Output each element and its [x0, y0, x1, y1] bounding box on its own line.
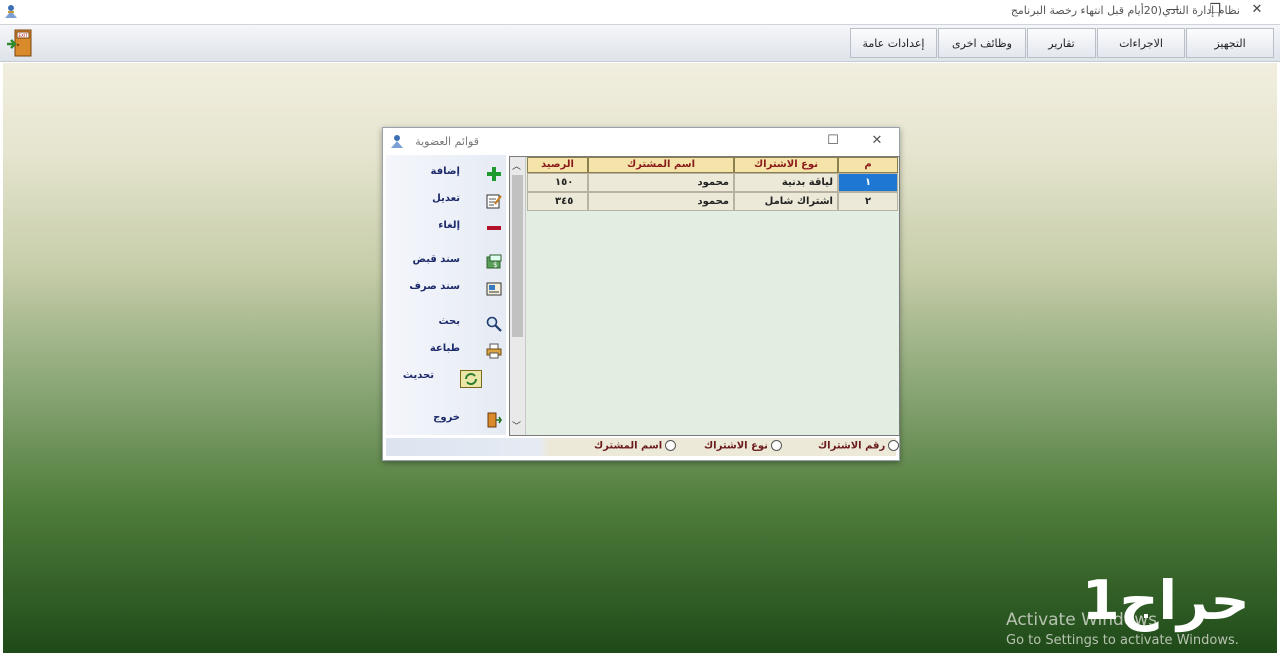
payment-voucher-label: سند صرف — [409, 281, 460, 292]
dialog-logo-icon — [391, 135, 403, 148]
add-label: إضافة — [430, 166, 460, 177]
row1-number[interactable]: ١ — [838, 173, 898, 192]
refresh-button[interactable]: تحديث — [386, 367, 506, 389]
radio-member-name-label: اسم المشترك — [594, 440, 663, 452]
print-label: طباعة — [429, 343, 460, 354]
menu-general-settings[interactable]: إعدادات عامة — [850, 28, 937, 58]
dialog-title: قوائم العضوية — [415, 135, 479, 148]
row2-name[interactable]: محمود — [588, 192, 734, 211]
edit-label: تعديل — [432, 193, 460, 204]
dialog-maximize-button[interactable]: ☐ — [813, 131, 853, 151]
app-titlebar: نظام إدارة النادي(20أيام قبل انتهاء رخصة… — [0, 0, 1280, 23]
radio-subscription-number[interactable]: رقم الاشتراك — [818, 440, 900, 452]
actions-panel: إضافة تعديل إلغاء سند قبض $ سند صرف بحث … — [386, 155, 506, 435]
radio-circle-icon — [770, 440, 782, 451]
close-button[interactable]: ✕ — [1236, 0, 1278, 22]
search-by-radio-group: رقم الاشتراك نوع الاشتراك اسم المشترك — [386, 438, 900, 456]
row2-balance[interactable]: ٣٤٥ — [527, 192, 588, 211]
menu-other-functions[interactable]: وظائف اخرى — [938, 28, 1026, 58]
edit-icon — [486, 194, 502, 209]
exit-label: خروج — [433, 412, 460, 423]
scroll-up-arrow-icon[interactable]: ︿ — [512, 159, 521, 172]
row1-name[interactable]: محمود — [588, 173, 734, 192]
plus-icon — [487, 167, 501, 181]
minimize-button[interactable]: — — [1152, 0, 1194, 22]
exit-button[interactable]: خروج — [386, 409, 506, 431]
header-number[interactable]: م — [838, 157, 898, 173]
row2-type[interactable]: اشتراك شامل — [734, 192, 838, 211]
header-member-name[interactable]: اسم المشترك — [588, 157, 734, 173]
header-balance[interactable]: الرصيد — [527, 157, 588, 173]
exit-door-icon — [487, 412, 502, 428]
refresh-icon — [460, 370, 482, 388]
row1-type[interactable]: لياقة بدنية — [734, 173, 838, 192]
table-vertical-scrollbar[interactable]: ︿ ﹀ — [510, 157, 526, 435]
restore-button[interactable]: ❐ — [1194, 0, 1236, 22]
payment-voucher-button[interactable]: سند صرف — [386, 278, 506, 300]
print-button[interactable]: طباعة — [386, 340, 506, 362]
row2-number[interactable]: ٢ — [838, 192, 898, 211]
search-label: بحث — [438, 316, 460, 327]
radio-subscription-type[interactable]: نوع الاشتراك — [704, 440, 782, 452]
radio-circle-icon — [888, 440, 900, 451]
printer-icon — [486, 343, 502, 359]
dialog-close-button[interactable]: ✕ — [857, 131, 897, 151]
refresh-label: تحديث — [402, 370, 434, 381]
cancel-label: إلغاء — [438, 220, 460, 231]
svg-text:$: $ — [493, 261, 497, 269]
brand-logo-text: حراج1 — [1082, 569, 1250, 632]
scroll-thumb[interactable] — [512, 175, 523, 337]
menu-setup[interactable]: التجهيز — [1186, 28, 1274, 58]
search-button[interactable]: بحث — [386, 313, 506, 335]
menu-reports[interactable]: تقارير — [1027, 28, 1096, 58]
membership-lists-dialog: قوائم العضوية ☐ ✕ إضافة تعديل إلغاء سند … — [382, 127, 900, 461]
cancel-button[interactable]: إلغاء — [386, 217, 506, 239]
minus-icon — [487, 226, 501, 230]
row1-balance[interactable]: ١٥٠ — [527, 173, 588, 192]
header-subscription-type[interactable]: نوع الاشتراك — [734, 157, 838, 173]
svg-text:EXIT: EXIT — [19, 33, 28, 38]
radio-circle-icon — [665, 440, 677, 451]
radio-subscription-number-label: رقم الاشتراك — [818, 440, 886, 452]
receipt-voucher-button[interactable]: سند قبض $ — [386, 251, 506, 273]
exit-door-icon[interactable]: EXIT — [6, 28, 36, 58]
radio-subscription-type-label: نوع الاشتراك — [704, 440, 768, 452]
radio-member-name[interactable]: اسم المشترك — [594, 440, 677, 452]
receipt-voucher-label: سند قبض — [412, 254, 460, 265]
edit-button[interactable]: تعديل — [386, 190, 506, 212]
voucher-icon — [486, 282, 502, 296]
menu-procedures[interactable]: الاجراءات — [1097, 28, 1185, 58]
scroll-down-arrow-icon[interactable]: ﹀ — [512, 419, 521, 432]
main-menu-bar: EXIT التجهيز الاجراءات تقارير وظائف اخرى… — [0, 24, 1280, 62]
app-logo-icon — [5, 5, 17, 18]
members-table: ︿ ﹀ الرصيد اسم المشترك نوع الاشتراك م ١٥… — [509, 156, 900, 436]
magnifier-icon — [486, 316, 502, 332]
add-button[interactable]: إضافة — [386, 163, 506, 185]
receipt-icon: $ — [486, 254, 502, 269]
